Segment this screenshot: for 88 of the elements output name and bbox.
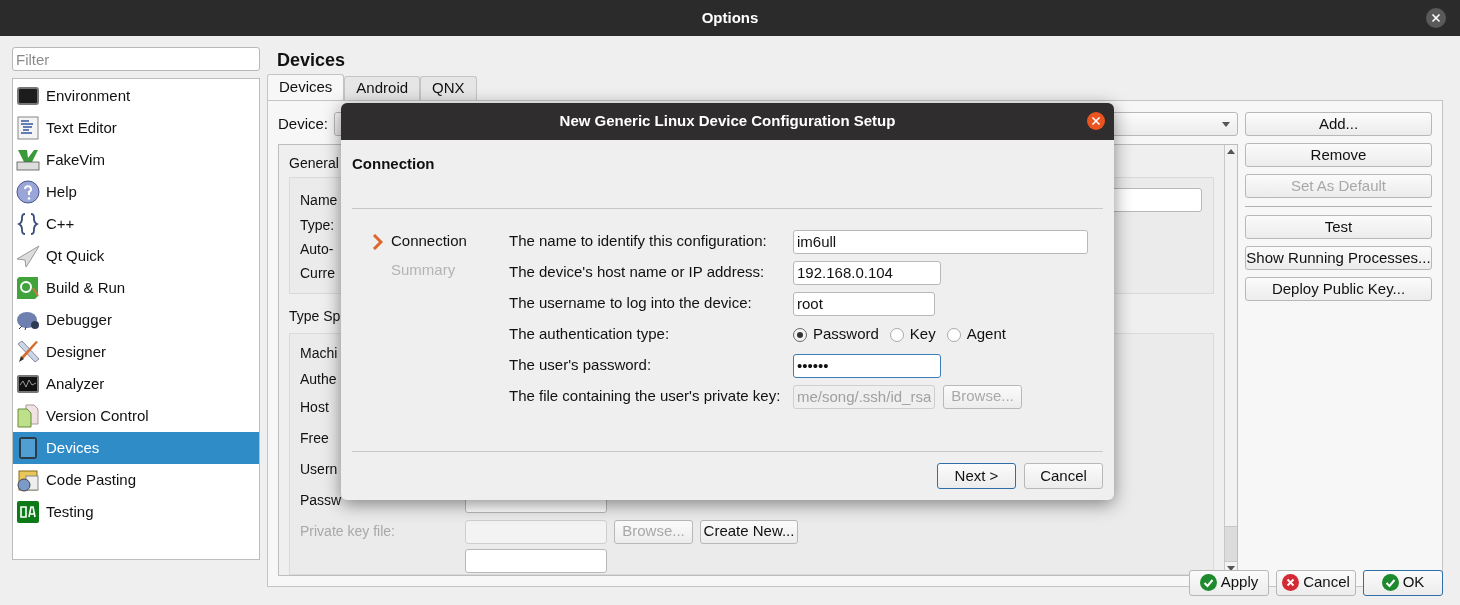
radio-button[interactable] bbox=[889, 327, 904, 342]
category-item[interactable]: Help bbox=[13, 176, 259, 208]
field-label: The device's host name or IP address: bbox=[509, 262, 766, 283]
text-document-icon bbox=[16, 116, 40, 140]
form-label: Authe bbox=[300, 369, 337, 389]
category-item[interactable]: Qt Quick bbox=[13, 240, 259, 272]
category-item[interactable]: C++ bbox=[13, 208, 259, 240]
form-label: Curre bbox=[300, 263, 335, 283]
check-icon bbox=[1199, 574, 1217, 591]
form-label: Auto- bbox=[300, 239, 334, 259]
category-item[interactable]: Designer bbox=[13, 336, 259, 368]
window-title: Options bbox=[701, 7, 759, 28]
radio-button[interactable] bbox=[946, 327, 961, 342]
scrollbar-handle[interactable] bbox=[1225, 525, 1237, 562]
check-icon bbox=[1381, 574, 1399, 591]
wizard-step: Summary bbox=[391, 259, 456, 282]
device-label: Device: bbox=[278, 113, 329, 134]
radio-label[interactable]: Agent bbox=[966, 323, 1006, 346]
category-item[interactable]: Devices bbox=[13, 432, 259, 464]
tab[interactable]: QNX bbox=[420, 76, 477, 100]
form-label: Type: bbox=[300, 215, 335, 235]
category-item[interactable]: Version Control bbox=[13, 400, 259, 432]
form-label: Usern bbox=[300, 460, 338, 479]
paper-plane-icon bbox=[16, 244, 40, 268]
cancel-icon bbox=[1282, 574, 1300, 591]
field-label: The username to log into the device: bbox=[509, 293, 753, 314]
qa-logo-icon bbox=[16, 500, 40, 524]
action-button[interactable]: Deploy Public Key... bbox=[1245, 277, 1432, 301]
dropdown-arrow-icon bbox=[1222, 121, 1230, 127]
field-label: The name to identify this configuration: bbox=[509, 231, 768, 252]
category-item[interactable]: Debugger bbox=[13, 304, 259, 336]
vim-logo-icon bbox=[16, 148, 40, 172]
action-button[interactable]: Test bbox=[1245, 215, 1432, 239]
dialog-title: New Generic Linux Device Configuration Setup bbox=[559, 111, 896, 132]
wizard-step: Connection bbox=[391, 230, 467, 253]
field-label: The authentication type: bbox=[509, 324, 671, 345]
radio-label[interactable]: Password bbox=[813, 323, 879, 346]
next-button[interactable]: Next > bbox=[937, 463, 1016, 489]
input-field[interactable]: im6ull bbox=[793, 229, 1088, 254]
form-label: Free bbox=[300, 429, 329, 448]
input-field[interactable]: 192.168.0.104 bbox=[793, 260, 941, 285]
input-field[interactable]: •••••• bbox=[793, 353, 941, 378]
tab[interactable]: Devices bbox=[267, 74, 345, 100]
category-item[interactable]: Analyzer bbox=[13, 368, 259, 400]
documents-icon bbox=[16, 404, 40, 428]
category-item[interactable]: FakeVim bbox=[13, 144, 259, 176]
clipboard-globe-icon bbox=[16, 468, 40, 492]
category-item[interactable]: Code Pasting bbox=[13, 464, 259, 496]
tab[interactable]: Android bbox=[344, 76, 421, 100]
curly-braces-icon bbox=[16, 212, 40, 236]
input-field[interactable] bbox=[465, 519, 607, 544]
action-button[interactable]: Remove bbox=[1245, 143, 1432, 167]
category-item[interactable]: Environment bbox=[13, 80, 259, 112]
tablet-icon bbox=[16, 436, 40, 460]
dialog-button[interactable]: Apply bbox=[1189, 569, 1269, 596]
scroll-down-icon[interactable] bbox=[1227, 565, 1235, 571]
action-button[interactable]: Show Running Processes... bbox=[1245, 246, 1432, 270]
field-label: The user's password: bbox=[509, 355, 653, 376]
page-heading: Devices bbox=[277, 49, 346, 72]
action-button[interactable]: Add... bbox=[1245, 112, 1432, 136]
cancel-button[interactable]: Cancel bbox=[1024, 463, 1103, 489]
close-icon[interactable] bbox=[1087, 112, 1105, 130]
qt-logo-icon bbox=[16, 276, 40, 300]
input-field[interactable]: root bbox=[793, 291, 935, 316]
form-label: Private key file: bbox=[300, 522, 396, 541]
page-title: Connection bbox=[352, 155, 435, 172]
scroll-up-icon[interactable] bbox=[1227, 149, 1235, 154]
oscilloscope-icon bbox=[16, 372, 40, 396]
monitor-icon bbox=[16, 84, 40, 108]
close-icon[interactable] bbox=[1426, 8, 1446, 28]
group-title: Type Sp bbox=[289, 307, 341, 326]
input-field[interactable]: Filter bbox=[12, 47, 260, 71]
brush-ruler-icon bbox=[16, 340, 40, 364]
form-label: Name bbox=[300, 190, 338, 210]
dialog-button[interactable]: Cancel bbox=[1276, 569, 1356, 596]
category-item[interactable]: Text Editor bbox=[13, 112, 259, 144]
input-field[interactable] bbox=[465, 549, 607, 573]
form-label: Machi bbox=[300, 343, 338, 363]
group-title: General bbox=[289, 154, 339, 173]
field-label: The file containing the user's private key: bbox=[509, 386, 782, 407]
help-icon bbox=[16, 180, 40, 204]
category-item[interactable]: Build & Run bbox=[13, 272, 259, 304]
dialog-button[interactable]: OK bbox=[1363, 569, 1443, 596]
form-label: Host bbox=[300, 398, 329, 417]
category-item[interactable]: Testing bbox=[13, 496, 259, 528]
radio-label[interactable]: Key bbox=[909, 323, 936, 346]
radio-button[interactable] bbox=[793, 327, 807, 342]
form-label: Passw bbox=[300, 491, 342, 510]
